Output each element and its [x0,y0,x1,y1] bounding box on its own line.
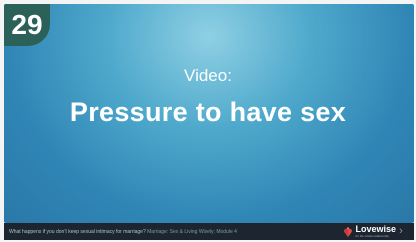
slide-subtitle: Video: [184,66,232,85]
next-chevron-icon[interactable]: › [396,225,406,238]
footer-caption: What happens if you don’t keep sexual in… [9,229,344,235]
brand-tagline: for the whole relationship [355,234,389,238]
slide-frame: 29 Video: Pressure to have sex What happ… [0,0,416,242]
slide-title: Pressure to have sex [69,97,347,127]
caption-question: What happens if you don’t keep sexual in… [9,228,146,235]
slide-number-badge: 29 [4,4,50,46]
footer-bar: What happens if you don’t keep sexual in… [4,223,414,240]
lovewise-logo-icon [344,226,353,237]
caption-source: Marriage: Sex & Living Wisely; Module 4 [147,228,237,235]
brand-logo: Lovewise for the whole relationship [344,225,396,238]
brand-name: Lovewise [355,224,396,234]
